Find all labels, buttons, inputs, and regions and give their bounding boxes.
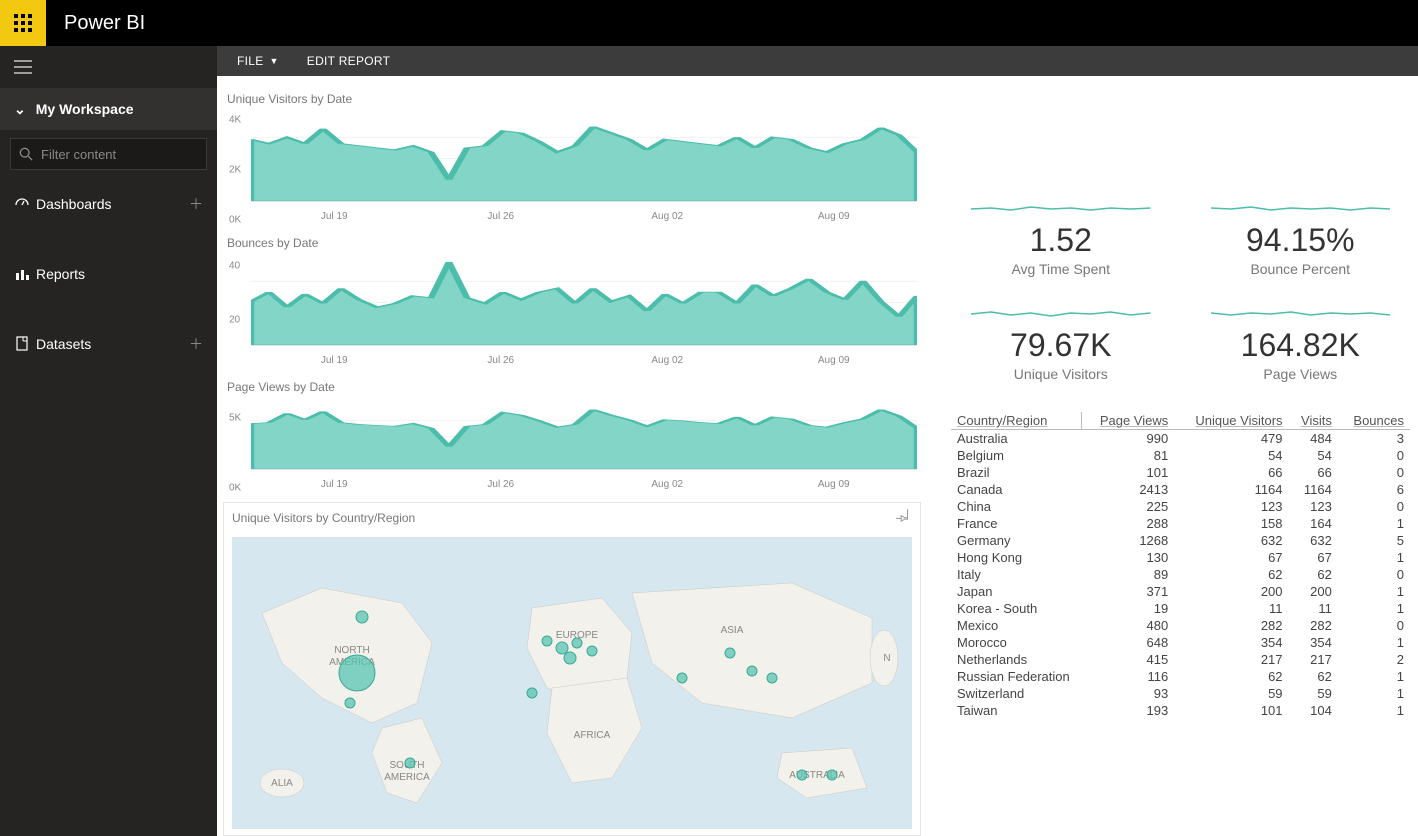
th-unique[interactable]: Unique Visitors — [1174, 412, 1288, 430]
sidebar-item-label: Reports — [36, 266, 85, 282]
table-row[interactable]: Korea - South1911111 — [951, 600, 1410, 617]
table-row[interactable]: Mexico4802822820 — [951, 617, 1410, 634]
table-row[interactable]: Germany12686326325 — [951, 532, 1410, 549]
pin-icon[interactable] — [896, 509, 912, 530]
table-row[interactable]: Netherlands4152172172 — [951, 651, 1410, 668]
map-title: Unique Visitors by Country/Region — [224, 503, 920, 533]
table-row[interactable]: Switzerland9359591 — [951, 685, 1410, 702]
edit-report-button[interactable]: EDIT REPORT — [307, 54, 391, 68]
sidebar-item-reports[interactable]: Reports — [0, 248, 217, 300]
table-row[interactable]: Morocco6483543541 — [951, 634, 1410, 651]
sidebar: ⌄ My Workspace Filter content Dashboards… — [0, 46, 217, 836]
kpi-value: 164.82K — [1211, 327, 1391, 364]
app-launcher-button[interactable] — [0, 0, 46, 46]
chart-visitors[interactable]: 4K 2K 0K Jul 19 Jul 26 Aug 02 Aug 09 — [223, 110, 921, 230]
svg-text:NORTH: NORTH — [334, 645, 369, 656]
edit-report-label: EDIT REPORT — [307, 54, 391, 68]
chevron-down-icon: ▼ — [270, 56, 279, 66]
table-row[interactable]: Japan3712002001 — [951, 583, 1410, 600]
chart-title-bounces: Bounces by Date — [223, 230, 921, 254]
file-menu-label: FILE — [237, 54, 264, 68]
sidebar-item-label: Datasets — [36, 336, 91, 352]
table-row[interactable]: Belgium8154540 — [951, 447, 1410, 464]
kpi-label: Avg Time Spent — [971, 261, 1151, 277]
kpi-bounce-pct[interactable]: 94.15% Bounce Percent — [1211, 202, 1391, 277]
search-placeholder: Filter content — [41, 147, 116, 162]
th-visits[interactable]: Visits — [1289, 412, 1338, 430]
workspace-label: My Workspace — [36, 101, 134, 117]
chart-bounces[interactable]: 40 20 Jul 19 Jul 26 Aug 02 Aug 09 — [223, 254, 921, 374]
svg-text:N: N — [883, 653, 890, 664]
kpi-label: Page Views — [1211, 366, 1391, 382]
datasets-icon — [14, 336, 36, 352]
file-menu[interactable]: FILE ▼ — [237, 54, 279, 68]
reports-icon — [14, 266, 36, 282]
country-table[interactable]: Country/Region Page Views Unique Visitor… — [951, 412, 1410, 836]
sidebar-item-datasets[interactable]: Datasets ＋ — [0, 318, 217, 370]
svg-text:ASIA: ASIA — [721, 625, 744, 636]
kpi-unique-visitors[interactable]: 79.67K Unique Visitors — [971, 307, 1151, 382]
kpi-value: 1.52 — [971, 222, 1151, 259]
table-row[interactable]: Australia9904794843 — [951, 430, 1410, 448]
chevron-down-icon: ⌄ — [14, 101, 26, 118]
hamburger-icon — [14, 60, 32, 74]
chart-title-visitors: Unique Visitors by Date — [223, 86, 921, 110]
add-dataset-button[interactable]: ＋ — [189, 334, 203, 354]
table-row[interactable]: Russian Federation11662621 — [951, 668, 1410, 685]
workspace-selector[interactable]: ⌄ My Workspace — [0, 88, 217, 130]
table-row[interactable]: Hong Kong13067671 — [951, 549, 1410, 566]
search-input[interactable]: Filter content — [10, 138, 207, 170]
th-pageviews[interactable]: Page Views — [1081, 412, 1174, 430]
table-row[interactable]: China2251231230 — [951, 498, 1410, 515]
sidebar-toggle-button[interactable] — [0, 46, 217, 88]
svg-text:AFRICA: AFRICA — [574, 730, 611, 741]
kpi-value: 79.67K — [971, 327, 1151, 364]
add-dashboard-button[interactable]: ＋ — [189, 194, 203, 214]
sidebar-item-dashboards[interactable]: Dashboards ＋ — [0, 178, 217, 230]
sidebar-item-label: Dashboards — [36, 196, 112, 212]
svg-text:AMERICA: AMERICA — [384, 772, 430, 783]
table-row[interactable]: Brazil10166660 — [951, 464, 1410, 481]
table-row[interactable]: France2881581641 — [951, 515, 1410, 532]
search-icon — [19, 147, 33, 161]
kpi-label: Bounce Percent — [1211, 261, 1391, 277]
kpi-label: Unique Visitors — [971, 366, 1151, 382]
th-bounces[interactable]: Bounces — [1338, 412, 1410, 430]
waffle-icon — [14, 14, 32, 32]
map-visual[interactable]: Unique Visitors by Country/Region — [223, 502, 921, 836]
table-row[interactable]: Taiwan1931011041 — [951, 702, 1410, 719]
kpi-page-views[interactable]: 164.82K Page Views — [1211, 307, 1391, 382]
dashboard-icon — [14, 196, 36, 212]
chart-title-pageviews: Page Views by Date — [223, 374, 921, 398]
table-row[interactable]: Italy8962620 — [951, 566, 1410, 583]
th-country[interactable]: Country/Region — [951, 412, 1081, 430]
kpi-value: 94.15% — [1211, 222, 1391, 259]
kpi-avg-time[interactable]: 1.52 Avg Time Spent — [971, 202, 1151, 277]
brand-title: Power BI — [46, 12, 145, 35]
chart-pageviews[interactable]: 5K 0K Jul 19 Jul 26 Aug 02 Aug 09 — [223, 398, 921, 498]
table-row[interactable]: Canada2413116411646 — [951, 481, 1410, 498]
svg-text:ALIA: ALIA — [271, 778, 293, 789]
